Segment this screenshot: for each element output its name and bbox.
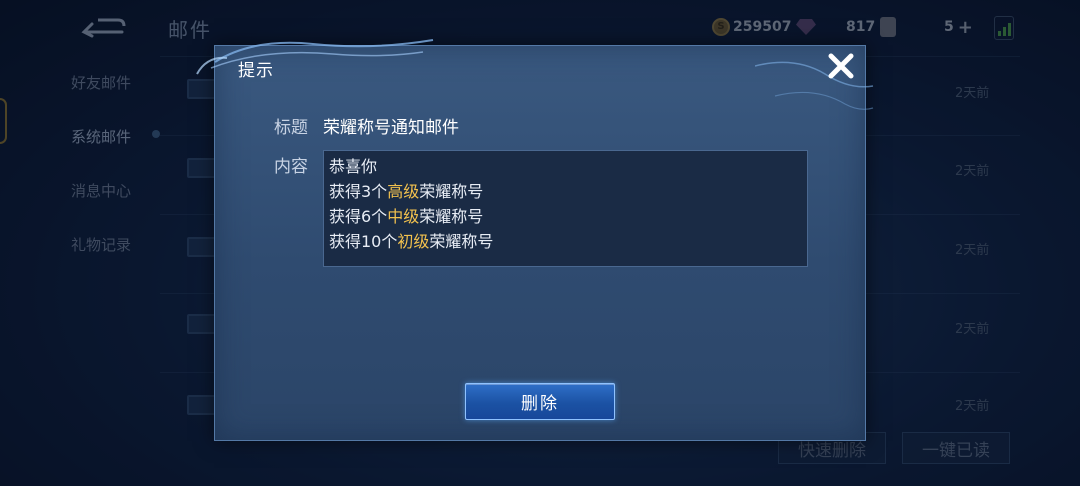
- dialog-title: 提示: [238, 61, 274, 81]
- notice-dialog: 提示 标题 荣耀称号通知邮件 内容 恭喜你 获得3个高级荣耀称号 获得6个中级荣…: [196, 39, 874, 441]
- highlight-text: 初级: [397, 232, 430, 251]
- highlight-text: 高级: [387, 182, 420, 201]
- delete-button[interactable]: 删除: [465, 383, 615, 420]
- subject-value: 荣耀称号通知邮件: [323, 118, 459, 138]
- subject-label: 标题: [274, 118, 308, 138]
- close-button[interactable]: [821, 48, 861, 84]
- content-box[interactable]: 恭喜你 获得3个高级荣耀称号 获得6个中级荣耀称号 获得10个初级荣耀称号: [323, 150, 808, 267]
- content-line: 获得6个中级荣耀称号: [329, 207, 484, 226]
- content-line: 获得3个高级荣耀称号: [329, 182, 484, 201]
- content-line: 获得10个初级荣耀称号: [329, 232, 494, 251]
- content-label: 内容: [274, 157, 308, 177]
- close-icon: [828, 53, 854, 79]
- highlight-text: 中级: [387, 207, 420, 226]
- content-line: 恭喜你: [329, 157, 378, 176]
